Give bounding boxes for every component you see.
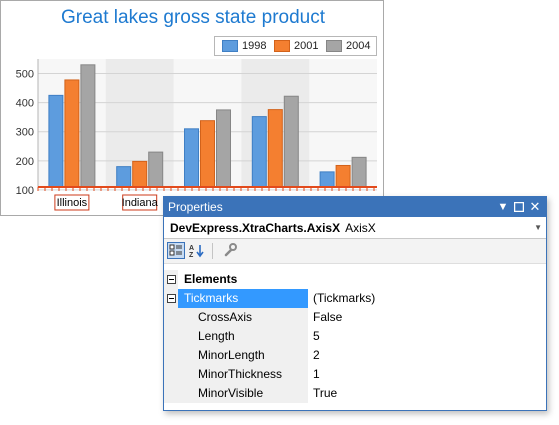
bar (80, 64, 96, 188)
svg-text:A: A (189, 245, 194, 252)
property-row[interactable]: Length 5 (164, 327, 546, 346)
property-name: Tickmarks (184, 291, 239, 305)
property-value[interactable]: False (313, 310, 342, 325)
chart-control[interactable]: Great lakes gross state product 1998 200… (0, 0, 384, 216)
category-row-elements[interactable]: Elements (164, 270, 546, 289)
property-value[interactable]: 2 (313, 348, 320, 363)
restore-icon[interactable] (512, 200, 526, 214)
bar (283, 95, 299, 188)
bar (116, 166, 132, 188)
dropdown-arrow-icon[interactable]: ▼ (496, 200, 510, 214)
y-tick-label: 400 (16, 98, 34, 110)
object-name-label: AxisX (345, 221, 376, 235)
wrench-icon (224, 243, 237, 257)
properties-window[interactable]: Properties ▼ ✕ DevExpress.XtraCharts.Axi… (163, 196, 547, 411)
y-tick-label: 200 (16, 156, 34, 168)
property-row[interactable]: MinorThickness 1 (164, 365, 546, 384)
categorized-view-button[interactable] (167, 242, 185, 259)
bar (251, 116, 267, 188)
bar (319, 171, 335, 188)
x-tick-label: Indiana (122, 197, 159, 209)
property-value[interactable]: 1 (313, 367, 320, 382)
properties-title: Properties (168, 200, 223, 214)
property-row[interactable]: MinorVisible True (164, 384, 546, 403)
category-label: Elements (184, 272, 238, 286)
categorized-icon (169, 244, 182, 256)
property-name: CrossAxis (198, 310, 253, 324)
property-value[interactable]: True (313, 386, 337, 401)
collapse-icon[interactable] (167, 294, 176, 303)
object-selector[interactable]: DevExpress.XtraCharts.AxisX AxisX ▼ (164, 217, 546, 239)
property-name: MinorThickness (198, 367, 283, 381)
bar (148, 151, 164, 188)
bar (335, 164, 351, 188)
x-tick-label: Illinois (57, 197, 88, 209)
sort-alpha-icon: A Z (189, 245, 204, 259)
property-value[interactable]: 5 (313, 329, 320, 344)
property-row[interactable]: MinorLength 2 (164, 346, 546, 365)
property-row-tickmarks[interactable]: Tickmarks (Tickmarks) (164, 289, 546, 308)
bar (267, 109, 283, 188)
alphabetical-view-button[interactable]: A Z (188, 242, 206, 259)
bar (184, 128, 199, 188)
bar (216, 109, 231, 188)
y-tick-label: 500 (16, 69, 34, 81)
bar (64, 79, 80, 188)
bar (132, 160, 148, 188)
property-row[interactable]: CrossAxis False (164, 308, 546, 327)
properties-titlebar[interactable]: Properties ▼ ✕ (164, 197, 546, 217)
object-type-label: DevExpress.XtraCharts.AxisX (170, 221, 341, 235)
chevron-down-icon[interactable]: ▼ (534, 223, 542, 232)
collapse-icon[interactable] (167, 275, 176, 284)
property-pages-button[interactable] (222, 242, 240, 259)
property-value[interactable]: (Tickmarks) (313, 291, 375, 306)
close-icon[interactable]: ✕ (528, 200, 542, 214)
properties-toolbar: A Z (164, 239, 546, 264)
chart-plot: 100 200 300 400 500 Illinois Indiana (16, 59, 377, 211)
bar (48, 94, 64, 188)
y-tick-label: 300 (16, 127, 34, 139)
property-name: MinorVisible (198, 386, 264, 400)
bar (351, 156, 367, 188)
bar (200, 120, 215, 188)
svg-text:Z: Z (189, 252, 194, 259)
toolbar-separator (212, 243, 213, 259)
property-name: Length (198, 329, 235, 343)
property-name: MinorLength (198, 348, 265, 362)
y-tick-label: 100 (16, 185, 34, 197)
